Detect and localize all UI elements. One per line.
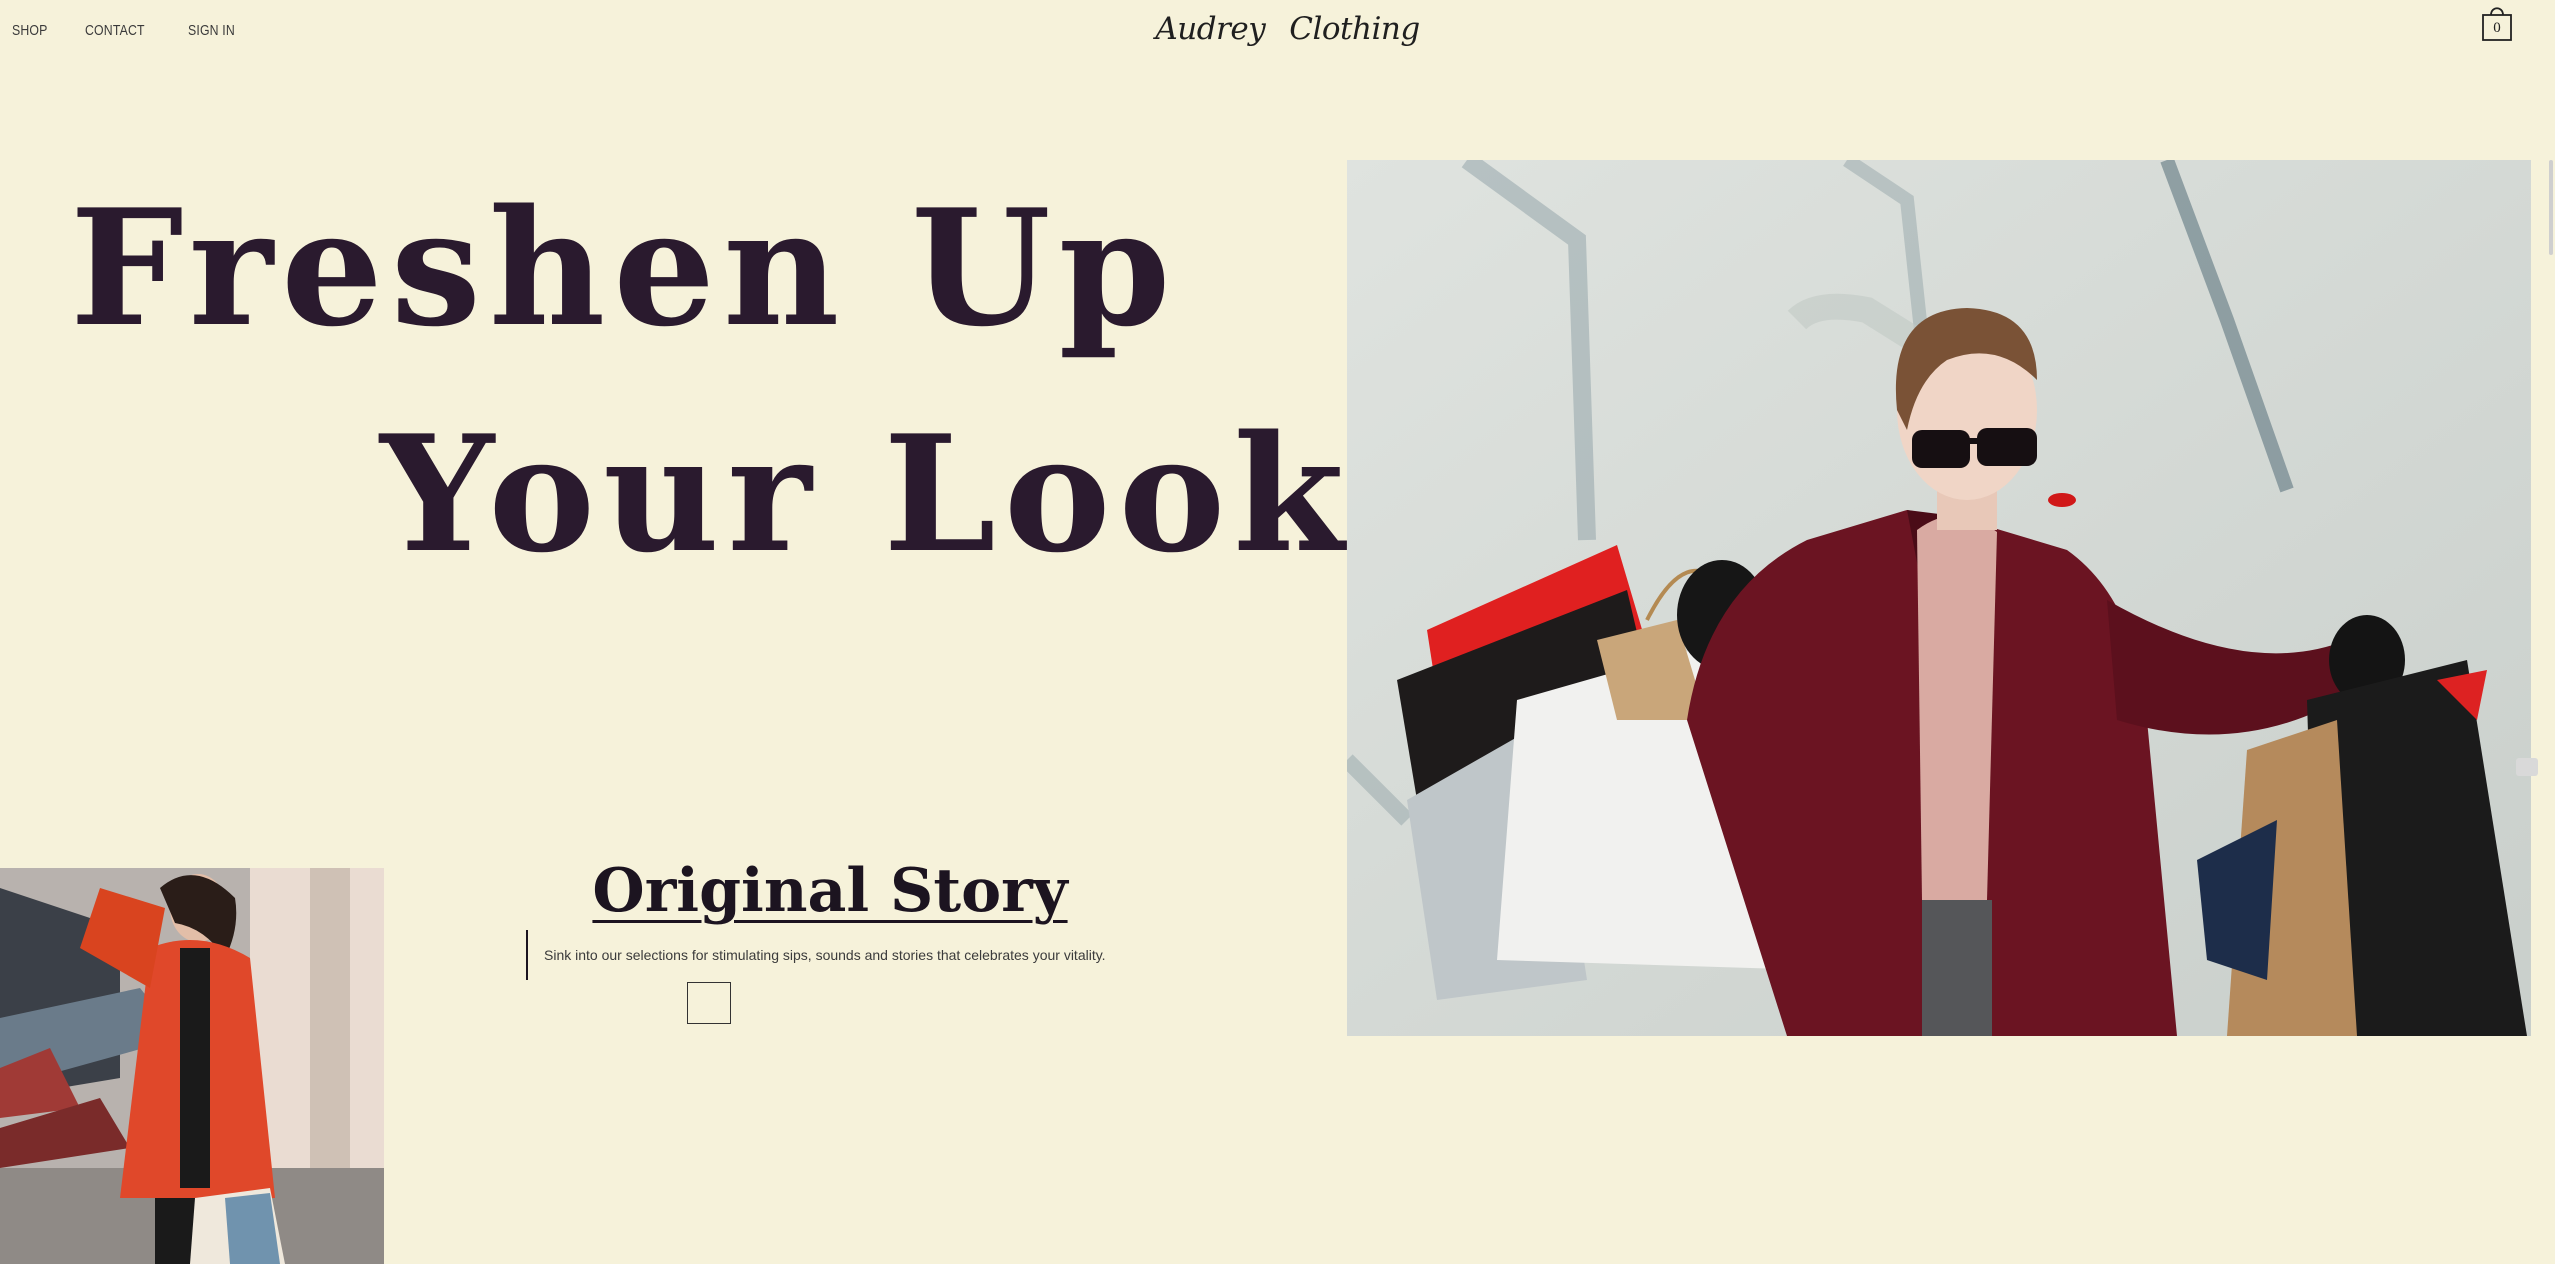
story-text: Sink into our selections for stimulating…	[544, 947, 1106, 963]
cart-button[interactable]: 0	[2480, 4, 2514, 42]
shopping-woman-illustration	[1347, 160, 2531, 1036]
logo-left-word: Audrey	[1155, 11, 1266, 47]
page: SHOP CONTACT SIGN IN Audrey Clothing 0 F…	[0, 0, 2555, 1264]
hero-headline-line1: Freshen Up	[70, 174, 1179, 362]
side-floating-tab[interactable]	[2516, 758, 2538, 776]
hero-headline-line2: Your Look	[380, 400, 1353, 588]
hero-image	[1347, 160, 2531, 1036]
cart-count: 0	[2493, 20, 2501, 36]
orange-coat-illustration	[0, 868, 384, 1264]
nav-sign-in-link[interactable]: SIGN IN	[188, 22, 235, 39]
nav-contact-link[interactable]: CONTACT	[85, 22, 145, 39]
scrollbar-thumb[interactable]	[2549, 160, 2553, 255]
logo-right-word: Clothing	[1289, 11, 1420, 47]
story-title: Original Story	[592, 856, 1068, 926]
brand-logo[interactable]: Audrey Clothing	[1155, 6, 1420, 52]
nav-shop-link[interactable]: SHOP	[12, 22, 48, 39]
story-button[interactable]	[687, 982, 731, 1024]
orange-coat-photo	[0, 868, 384, 1264]
story-accent-bar	[526, 930, 528, 980]
top-nav: SHOP CONTACT SIGN IN	[12, 22, 245, 39]
